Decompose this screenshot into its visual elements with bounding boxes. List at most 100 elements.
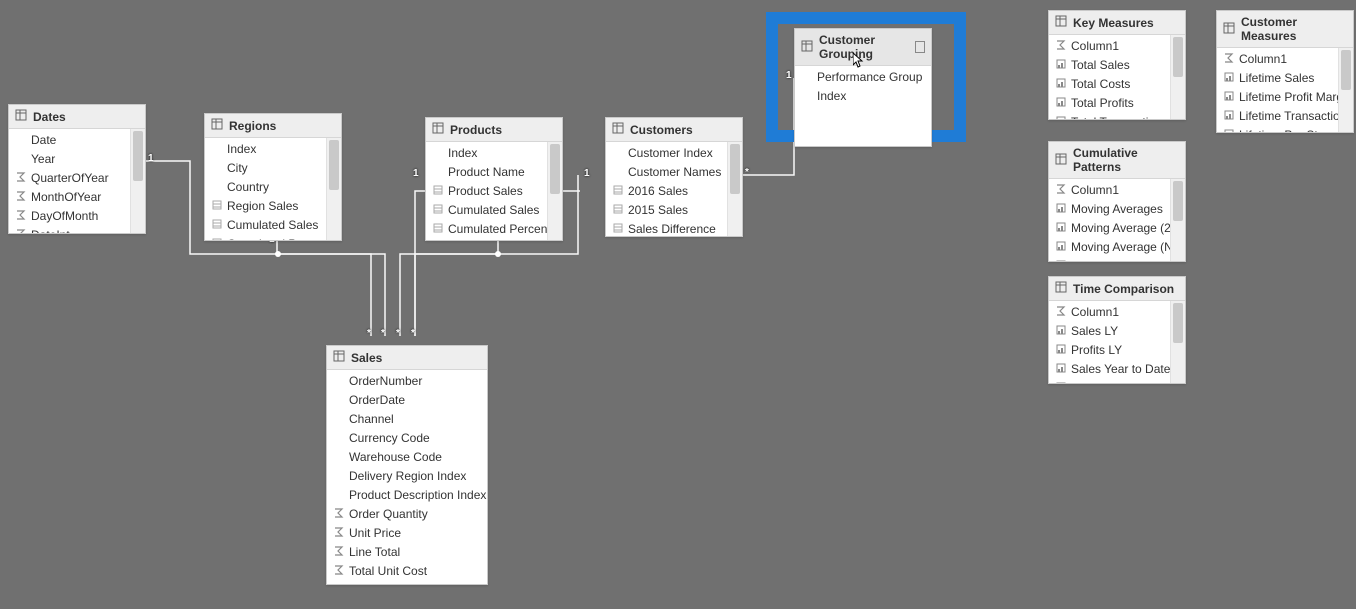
calc-icon	[211, 237, 223, 240]
measure-icon	[1055, 259, 1067, 261]
field-row[interactable]: Cumulated Sales	[426, 201, 547, 220]
field-row[interactable]: Region Sales	[205, 197, 326, 216]
table-header-cumulative-patterns[interactable]: Cumulative Patterns	[1049, 142, 1185, 179]
field-row[interactable]: Lifetime Sales	[1217, 69, 1338, 88]
table-header-regions[interactable]: Regions	[205, 114, 341, 138]
field-row[interactable]: Line Total	[327, 543, 487, 562]
scrollbar[interactable]	[130, 129, 145, 233]
field-row[interactable]: Column1	[1049, 181, 1170, 200]
field-row[interactable]: ABC Class	[426, 239, 547, 240]
scrollbar-thumb[interactable]	[1173, 303, 1183, 343]
scrollbar-thumb[interactable]	[1173, 181, 1183, 221]
field-row[interactable]: Cumulated Percenta	[426, 220, 547, 239]
table-customer-grouping[interactable]: Customer Grouping Performance GroupIndex	[794, 28, 932, 147]
table-header-products[interactable]: Products	[426, 118, 562, 142]
scrollbar[interactable]	[547, 142, 562, 240]
field-row[interactable]: Column1	[1049, 303, 1170, 322]
table-customers[interactable]: Customers Customer IndexCustomer Names20…	[605, 117, 743, 237]
field-row[interactable]: Index	[795, 87, 931, 106]
table-header-customer-grouping[interactable]: Customer Grouping	[795, 29, 931, 66]
table-sales[interactable]: Sales OrderNumberOrderDateChannel Currenc…	[326, 345, 488, 585]
table-products[interactable]: Products IndexProduct NameProduct SalesC…	[425, 117, 563, 241]
field-row[interactable]: Product Name	[426, 163, 547, 182]
field-row[interactable]: Delivery Region Index	[327, 467, 487, 486]
field-row[interactable]: Total Sales	[1049, 56, 1170, 75]
table-cumulative-patterns[interactable]: Cumulative Patterns Column1Moving Averag…	[1048, 141, 1186, 262]
field-row[interactable]: Country	[205, 178, 326, 197]
field-row[interactable]: OrderNumber	[327, 372, 487, 391]
table-time-comparison[interactable]: Time Comparison Column1Sales LYProfits L…	[1048, 276, 1186, 384]
scrollbar-thumb[interactable]	[329, 140, 339, 190]
table-customer-measures[interactable]: Customer Measures Column1Lifetime SalesL…	[1216, 10, 1354, 133]
field-label: Currency Code	[349, 431, 430, 446]
table-regions[interactable]: Regions IndexCityCountryRegion SalesCumu…	[204, 113, 342, 241]
field-row[interactable]: DayOfMonth	[9, 207, 130, 226]
expand-icon[interactable]	[915, 41, 925, 53]
field-row[interactable]: Cumulative Running	[1049, 257, 1170, 261]
field-row[interactable]: Index	[205, 140, 326, 159]
field-row[interactable]: Cumulated Sales	[205, 216, 326, 235]
table-header-dates[interactable]: Dates	[9, 105, 145, 129]
field-row[interactable]: Total Costs	[1049, 75, 1170, 94]
scrollbar-thumb[interactable]	[730, 144, 740, 194]
field-row[interactable]: Product Description Index	[327, 486, 487, 505]
field-label: Order Quantity	[349, 507, 428, 522]
field-row[interactable]: Total Unit Cost	[327, 562, 487, 581]
field-row[interactable]: DateInt	[9, 226, 130, 233]
field-row[interactable]: Order Quantity	[327, 505, 487, 524]
field-row[interactable]: Cumulated Percenta	[205, 235, 326, 240]
field-row[interactable]: QuarterOfYear	[9, 169, 130, 188]
field-row[interactable]: Total Profits	[1049, 94, 1170, 113]
field-row[interactable]: Customer Index	[606, 144, 727, 163]
field-row[interactable]: Sales Year to Date LY	[1049, 379, 1170, 383]
field-row[interactable]: Performance Group	[795, 68, 931, 87]
field-row[interactable]: Moving Averages	[1049, 200, 1170, 219]
field-row[interactable]: Customer Names	[606, 163, 727, 182]
scrollbar[interactable]	[1170, 301, 1185, 383]
field-row[interactable]: Moving Average (No	[1049, 238, 1170, 257]
scrollbar-thumb[interactable]	[1341, 50, 1351, 90]
field-row[interactable]: 2016 Sales	[606, 182, 727, 201]
field-row[interactable]: Sales Difference	[606, 220, 727, 236]
scrollbar-thumb[interactable]	[1173, 37, 1183, 77]
field-row[interactable]: Warehouse Code	[327, 448, 487, 467]
field-row[interactable]: Total Transactions	[1049, 113, 1170, 119]
field-row[interactable]: Lifetime Transactions	[1217, 107, 1338, 126]
table-header-customers[interactable]: Customers	[606, 118, 742, 142]
scrollbar[interactable]	[326, 138, 341, 240]
field-row[interactable]: Currency Code	[327, 429, 487, 448]
table-header-sales[interactable]: Sales	[327, 346, 487, 370]
measure-icon	[1223, 128, 1235, 132]
field-row[interactable]: Unit Price	[327, 524, 487, 543]
table-key-measures[interactable]: Key Measures Column1Total SalesTotal Cos…	[1048, 10, 1186, 120]
field-row[interactable]: Date	[9, 131, 130, 150]
field-row[interactable]: Column1	[1217, 50, 1338, 69]
field-row[interactable]: Moving Average (2)	[1049, 219, 1170, 238]
calc-icon	[612, 222, 624, 234]
field-row[interactable]: Product Sales	[426, 182, 547, 201]
scrollbar[interactable]	[1338, 48, 1353, 132]
scrollbar-thumb[interactable]	[550, 144, 560, 194]
table-header-key-measures[interactable]: Key Measures	[1049, 11, 1185, 35]
field-row[interactable]: OrderDate	[327, 391, 487, 410]
scrollbar-thumb[interactable]	[133, 131, 143, 181]
field-row[interactable]: Index	[426, 144, 547, 163]
field-row[interactable]: Channel	[327, 410, 487, 429]
field-row[interactable]: MonthOfYear	[9, 188, 130, 207]
field-row[interactable]: Column1	[1049, 37, 1170, 56]
scrollbar[interactable]	[1170, 35, 1185, 119]
field-row[interactable]: 2015 Sales	[606, 201, 727, 220]
table-header-time-comparison[interactable]: Time Comparison	[1049, 277, 1185, 301]
field-row[interactable]: Lifetime Per Store	[1217, 126, 1338, 132]
field-row[interactable]: City	[205, 159, 326, 178]
table-dates[interactable]: Dates DateYearQuarterOfYearMonthOfYearDa…	[8, 104, 146, 234]
scrollbar[interactable]	[727, 142, 742, 236]
field-row[interactable]: Sales Year to Date	[1049, 360, 1170, 379]
field-row[interactable]: Sales LY	[1049, 322, 1170, 341]
table-header-customer-measures[interactable]: Customer Measures	[1217, 11, 1353, 48]
field-row[interactable]: Lifetime Profit Margi	[1217, 88, 1338, 107]
field-row[interactable]: Customer Name Index	[327, 581, 487, 584]
field-row[interactable]: Year	[9, 150, 130, 169]
field-row[interactable]: Profits LY	[1049, 341, 1170, 360]
scrollbar[interactable]	[1170, 179, 1185, 261]
